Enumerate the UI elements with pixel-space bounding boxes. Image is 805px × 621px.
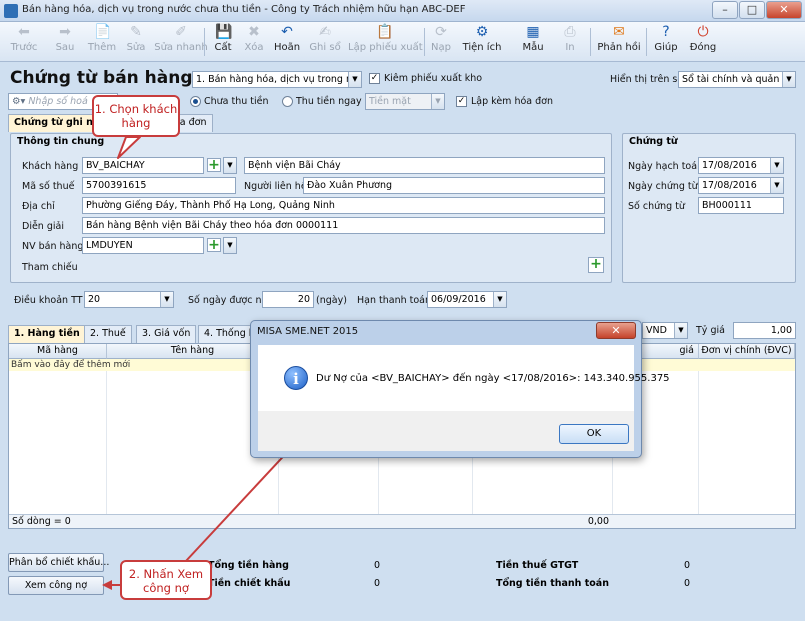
annotation-arrows [102,136,310,590]
dialog-title: MISA SME.NET 2015 [257,326,359,337]
dialog-close-button[interactable]: ✕ [596,322,636,339]
callout-tail [117,136,141,159]
dialog-message: Dư Nợ của <BV_BAICHAY> đến ngày <17/08/2… [316,373,670,384]
arrowhead [102,580,112,590]
info-icon: i [284,366,308,390]
ok-button[interactable]: OK [559,424,629,444]
debt-dialog: MISA SME.NET 2015 ✕ i Dư Nợ của <BV_BAIC… [250,320,670,458]
callout-step2: 2. Nhấn Xem công nợ [120,560,212,600]
callout-step1: 1. Chọn khách hàng [92,95,180,137]
dialog-body: i Dư Nợ của <BV_BAICHAY> đến ngày <17/08… [258,345,670,411]
